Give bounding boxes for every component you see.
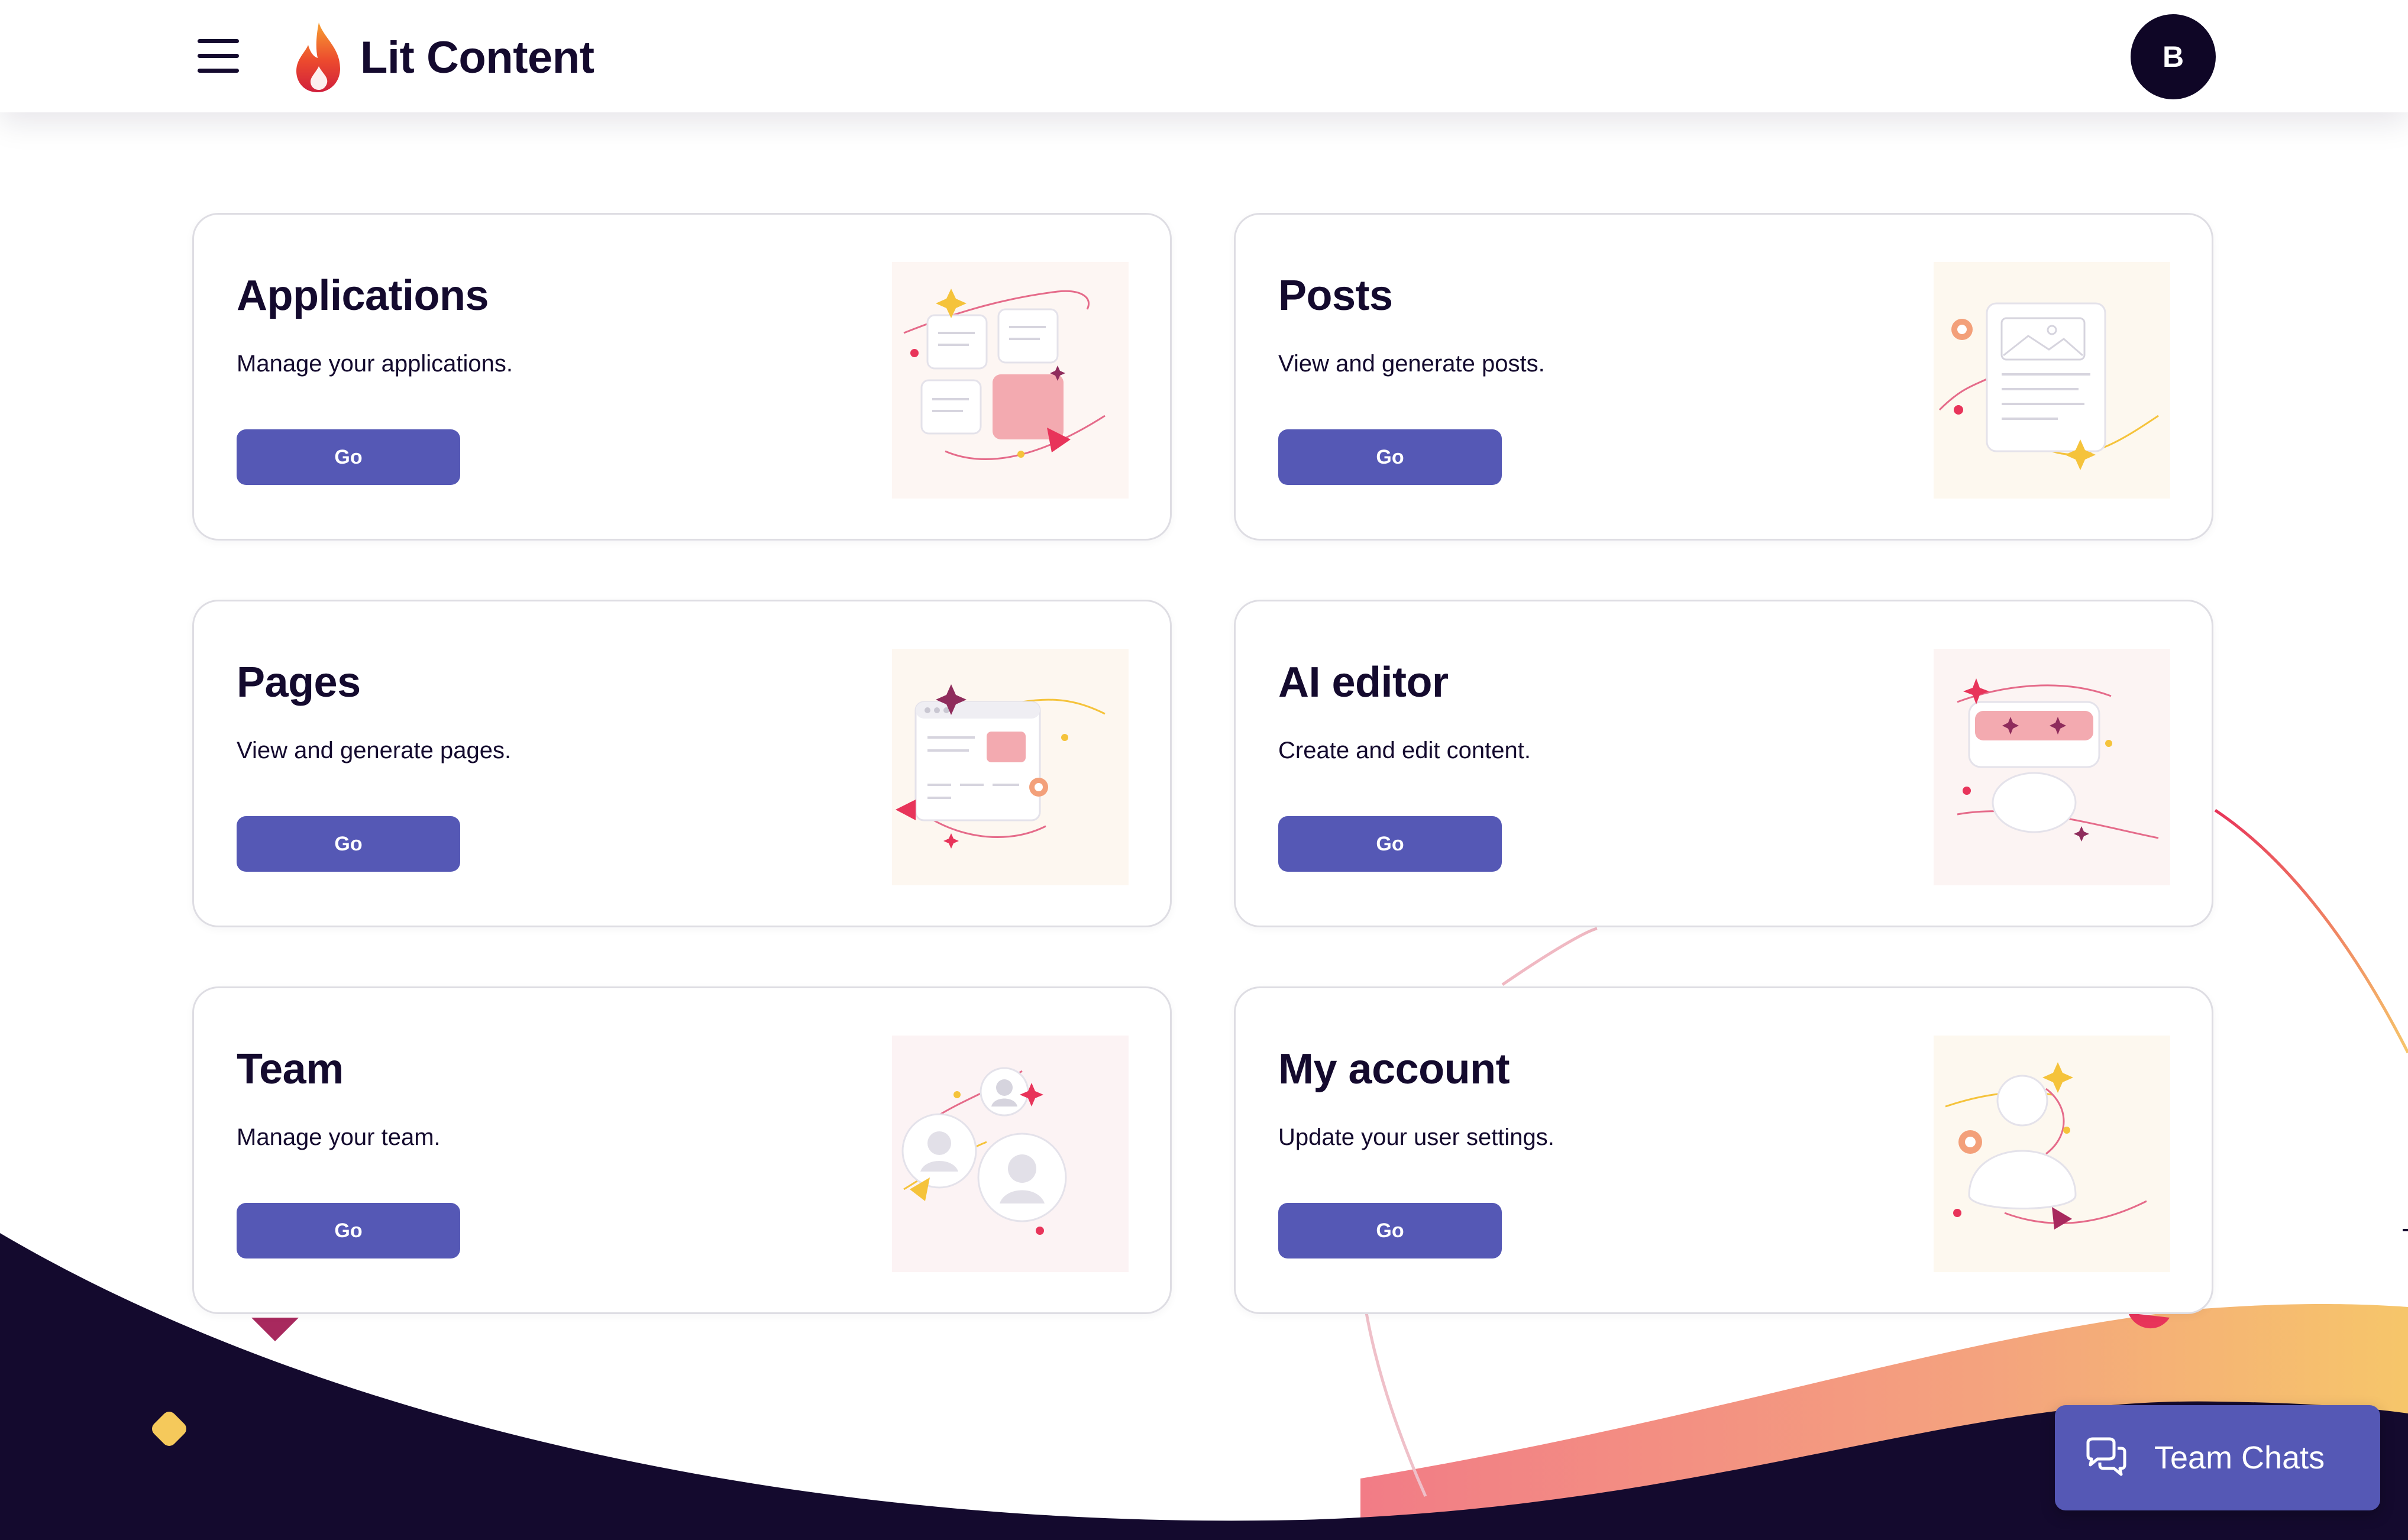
hamburger-menu-icon[interactable]	[195, 37, 243, 76]
card-description: Update your user settings.	[1278, 1124, 1554, 1150]
chat-bubbles-icon	[2086, 1437, 2126, 1476]
my-account-illustration	[1934, 1036, 2170, 1272]
card-title: Applications	[237, 272, 489, 319]
applications-card: Applications Manage your applications. G…	[192, 213, 1172, 541]
posts-illustration	[1934, 262, 2170, 499]
card-title: Team	[237, 1046, 344, 1093]
ai-editor-go-button[interactable]: Go	[1278, 816, 1502, 872]
ai-editor-card: AI editor Create and edit content. Go	[1234, 600, 2213, 927]
card-title: Posts	[1278, 272, 1393, 319]
card-description: Manage your applications.	[237, 351, 513, 377]
team-illustration	[892, 1036, 1129, 1272]
avatar-initial: B	[2162, 40, 2184, 73]
team-chats-button[interactable]: Team Chats	[2055, 1405, 2380, 1510]
top-navigation-bar: Lit Content B	[0, 0, 2408, 112]
app-logo[interactable]: Lit Content	[293, 20, 594, 95]
user-avatar[interactable]: B	[2131, 14, 2216, 99]
card-title: My account	[1278, 1046, 1510, 1093]
posts-go-button[interactable]: Go	[1278, 429, 1502, 485]
card-description: View and generate posts.	[1278, 351, 1545, 377]
card-title: AI editor	[1278, 659, 1449, 706]
applications-illustration	[892, 262, 1129, 499]
team-chats-label: Team Chats	[2154, 1440, 2325, 1476]
my-account-go-button[interactable]: Go	[1278, 1203, 1502, 1258]
app-title: Lit Content	[360, 32, 594, 83]
card-title: Pages	[237, 659, 361, 706]
ai-editor-illustration	[1934, 649, 2170, 885]
team-go-button[interactable]: Go	[237, 1203, 460, 1258]
applications-go-button[interactable]: Go	[237, 429, 460, 485]
pages-illustration	[892, 649, 1129, 885]
posts-card: Posts View and generate posts. Go	[1234, 213, 2213, 541]
card-description: Create and edit content.	[1278, 737, 1531, 763]
card-description: Manage your team.	[237, 1124, 441, 1150]
pages-card: Pages View and generate pages. Go	[192, 600, 1172, 927]
flame-logo-icon	[296, 22, 340, 92]
team-card: Team Manage your team. Go	[192, 986, 1172, 1314]
pages-go-button[interactable]: Go	[237, 816, 460, 872]
card-description: View and generate pages.	[237, 737, 512, 763]
my-account-card: My account Update your user settings. Go	[1234, 986, 2213, 1314]
